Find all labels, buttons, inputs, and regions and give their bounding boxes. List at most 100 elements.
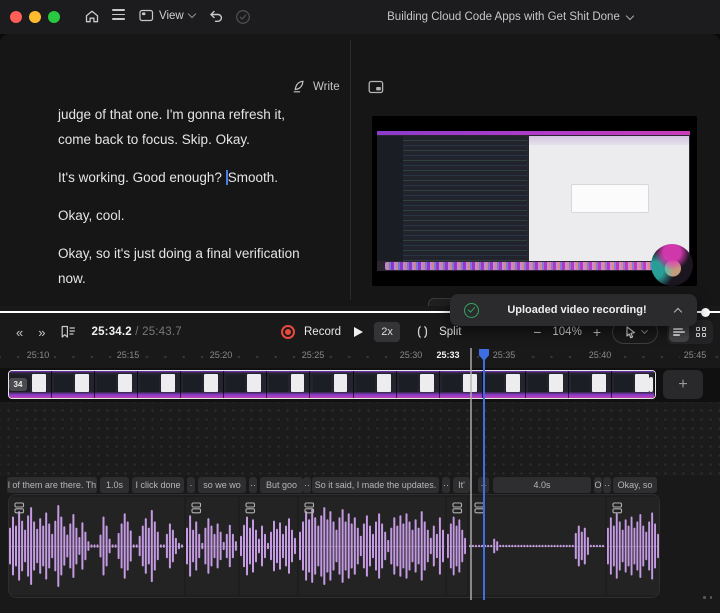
clip-layers-icon bbox=[452, 502, 463, 514]
caption-chip[interactable]: 4.0s bbox=[493, 477, 591, 493]
success-check-icon bbox=[464, 302, 479, 318]
write-button[interactable]: Write bbox=[291, 79, 340, 94]
record-button[interactable]: Record bbox=[304, 326, 341, 338]
filmstrip-thumbnail[interactable] bbox=[439, 371, 483, 398]
transcript-paragraph[interactable]: judge of that one. I'm gonna refresh it,… bbox=[58, 102, 348, 152]
audio-clip[interactable] bbox=[240, 497, 297, 595]
caption-chip[interactable]: so we wo bbox=[198, 477, 246, 493]
ruler-tick-label: 25:10 bbox=[22, 350, 54, 360]
filmstrip-thumbnail[interactable] bbox=[396, 371, 440, 398]
undo-icon bbox=[208, 9, 224, 23]
transcript-paragraph[interactable]: Okay, so it's just doing a final verific… bbox=[58, 241, 348, 291]
audio-track[interactable] bbox=[8, 494, 660, 598]
split-icon bbox=[415, 325, 430, 339]
caption-chip[interactable]: But goo bbox=[260, 477, 303, 493]
split-button[interactable]: Split bbox=[439, 326, 461, 338]
filmstrip-thumbnail[interactable] bbox=[267, 371, 311, 398]
audio-clip[interactable] bbox=[607, 497, 659, 595]
audio-clip[interactable] bbox=[186, 497, 238, 595]
caption-chip[interactable]: So it said, I made the updates. bbox=[312, 477, 439, 493]
caption-chip[interactable]: I click done bbox=[132, 477, 184, 493]
caption-chip[interactable]: l of them are there. Th bbox=[7, 477, 97, 493]
clip-trim-handle[interactable] bbox=[649, 377, 653, 392]
caption-chip[interactable]: ·· bbox=[603, 477, 611, 493]
filmstrip-thumbnail[interactable] bbox=[181, 371, 225, 398]
caption-chip[interactable]: ·· bbox=[249, 477, 257, 493]
undo-button[interactable] bbox=[208, 9, 224, 23]
zoom-level: 104% bbox=[552, 326, 582, 338]
waveform bbox=[186, 515, 237, 577]
clip-boundary-line bbox=[470, 348, 472, 600]
filmstrip-thumbnail[interactable] bbox=[310, 371, 354, 398]
playback-speed-button[interactable]: 2x bbox=[374, 322, 401, 342]
zoom-out-button[interactable]: − bbox=[531, 324, 543, 340]
timeline-grid-area[interactable] bbox=[0, 402, 720, 476]
home-icon bbox=[84, 9, 100, 24]
transcript-line[interactable]: It's working. Good enough? Smooth. bbox=[58, 165, 348, 190]
skip-back-button[interactable]: « bbox=[16, 326, 23, 339]
caption-chip[interactable]: O bbox=[594, 477, 602, 493]
audio-clip[interactable] bbox=[469, 497, 605, 595]
ruler-tick-label: 25:30 bbox=[395, 350, 427, 360]
transcript-paragraph[interactable]: It's working. Good enough? Smooth. bbox=[58, 165, 348, 190]
transcript-line[interactable]: Okay, so it's just doing a final verific… bbox=[58, 241, 348, 266]
screen-recording-frame bbox=[377, 131, 690, 271]
filmstrip-thumbnail[interactable] bbox=[224, 371, 268, 398]
playhead-line bbox=[483, 360, 485, 600]
transcript-line[interactable]: come back to focus. Skip. Okay. bbox=[58, 127, 348, 152]
pane-divider bbox=[350, 40, 351, 300]
chevron-up-icon[interactable] bbox=[673, 307, 683, 316]
marker-list-button[interactable] bbox=[60, 325, 76, 339]
publish-check-button[interactable] bbox=[235, 9, 251, 25]
transcript-line[interactable]: judge of that one. I'm gonna refresh it, bbox=[58, 102, 348, 127]
filmstrip-thumbnail[interactable] bbox=[568, 371, 612, 398]
view-menu[interactable]: View bbox=[139, 9, 196, 22]
audio-clip[interactable] bbox=[447, 497, 467, 595]
traffic-lights bbox=[10, 11, 60, 23]
caption-chip[interactable]: Okay, so bbox=[613, 477, 657, 493]
transcript-editor[interactable]: judge of that one. I'm gonna refresh it,… bbox=[58, 102, 348, 304]
filmstrip-thumbnail[interactable] bbox=[52, 371, 96, 398]
titlebar: View Building Cloud Code Apps with Get S… bbox=[0, 0, 720, 34]
filmstrip-thumbnail[interactable] bbox=[95, 371, 139, 398]
skip-forward-button[interactable]: » bbox=[38, 326, 45, 339]
zoom-window-button[interactable] bbox=[48, 11, 60, 23]
play-button[interactable] bbox=[354, 327, 364, 337]
timeline-ruler[interactable]: 25:10 25:15 25:20 25:25 25:30 25:33 25:35 25:40… bbox=[0, 346, 720, 368]
canvas-expand-button[interactable] bbox=[368, 80, 384, 94]
filmstrip-thumbnail[interactable] bbox=[525, 371, 569, 398]
caption-chip[interactable]: ·· bbox=[442, 477, 450, 493]
close-window-button[interactable] bbox=[10, 11, 22, 23]
scrubber-handle[interactable] bbox=[701, 307, 710, 317]
audio-clip[interactable] bbox=[9, 497, 184, 595]
chevron-down-icon bbox=[187, 9, 196, 19]
ruler-tick-label: 25:33 bbox=[432, 350, 464, 360]
video-filmstrip-clip[interactable] bbox=[8, 370, 656, 399]
transcript-line[interactable]: now. bbox=[58, 266, 348, 291]
ruler-tick-label: 25:45 bbox=[679, 350, 711, 360]
caption-chip[interactable]: · bbox=[187, 477, 195, 493]
transcript-line[interactable]: Okay, cool. bbox=[58, 203, 348, 228]
audio-clip[interactable] bbox=[299, 497, 445, 595]
filmstrip-thumbnail[interactable] bbox=[482, 371, 526, 398]
zoom-in-button[interactable]: + bbox=[591, 324, 603, 340]
transcript-paragraph[interactable]: Okay, cool. bbox=[58, 203, 348, 228]
filmstrip-thumbnail[interactable] bbox=[138, 371, 182, 398]
add-track-button[interactable]: + bbox=[663, 370, 703, 399]
project-title-dropdown[interactable]: Building Cloud Code Apps with Get Shit D… bbox=[360, 0, 660, 34]
caption-chip[interactable]: ·· bbox=[303, 477, 311, 493]
waveform bbox=[240, 516, 296, 576]
ruler-tick-label: 25:25 bbox=[297, 350, 329, 360]
clip-layers-icon bbox=[245, 502, 256, 514]
video-preview[interactable] bbox=[372, 116, 697, 286]
home-button[interactable] bbox=[84, 9, 100, 24]
menu-button[interactable] bbox=[112, 9, 125, 20]
filmstrip-thumbnail[interactable] bbox=[353, 371, 397, 398]
caption-chip[interactable]: It' bbox=[453, 477, 470, 493]
caption-chip[interactable]: 1.0s bbox=[100, 477, 129, 493]
resize-grip[interactable] bbox=[703, 596, 712, 599]
upload-toast[interactable]: Uploaded video recording! bbox=[450, 294, 697, 326]
minimize-window-button[interactable] bbox=[29, 11, 41, 23]
clip-layers-icon bbox=[612, 502, 623, 514]
grid-view-button[interactable] bbox=[691, 322, 711, 342]
